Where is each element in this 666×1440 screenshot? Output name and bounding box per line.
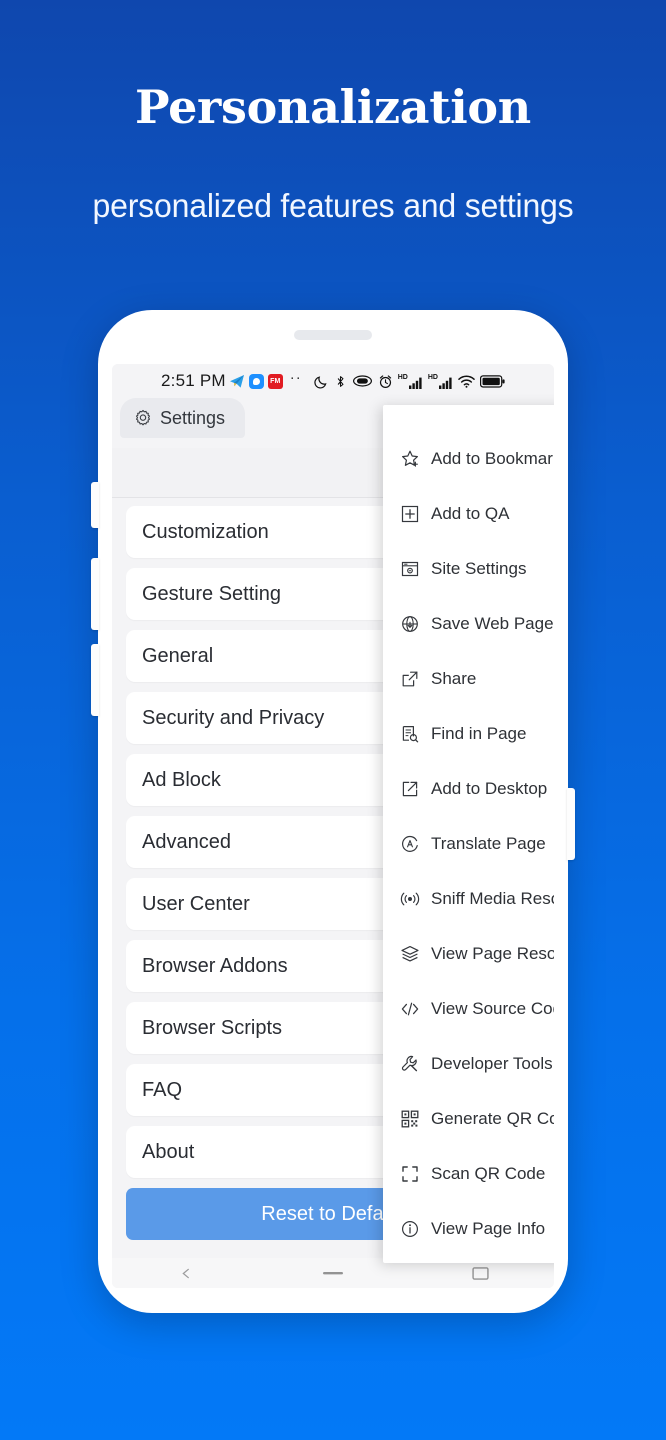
menu-item-label: Developer Tools [431,1053,553,1073]
blue-app-icon [248,373,264,389]
settings-item-label: FAQ [142,1078,183,1101]
menu-item-label: View Source Code [431,998,554,1018]
menu-item-label: Share [431,668,477,688]
settings-item-label: User Center [142,892,250,915]
settings-item-label: Gesture Setting [142,582,281,605]
menu-item-label: Find in Page [431,723,527,743]
layers-icon [400,944,420,964]
telegram-icon [229,373,245,389]
settings-item-label: Customization [142,520,269,543]
wrench-icon [400,1054,420,1074]
menu-item-share[interactable]: Share [383,651,554,706]
battery-icon [479,374,505,388]
wifi-icon [458,375,475,388]
menu-item-label: Add to Bookmark [431,448,554,468]
status-bar: 2:51 PM FM ·· HD HD [112,364,554,398]
settings-item-label: General [142,644,214,667]
hd-signal-icon: HD [398,374,423,389]
hd-signal-icon: HD [428,374,453,389]
back-icon[interactable] [173,1266,199,1280]
settings-item-label: Security and Privacy [142,706,325,729]
menu-item-label: View Page Resources [431,943,554,963]
bluetooth-icon [334,374,347,389]
menu-item-sniff-media-resource[interactable]: Sniff Media Resource [383,871,554,926]
phone-screen: 2:51 PM FM ·· HD HD Settings Customizati… [112,364,554,1288]
menu-item-add-to-bookmark[interactable]: Add to Bookmark [383,431,554,486]
menu-item-add-to-desktop[interactable]: Add to Desktop [383,761,554,816]
browser-overflow-menu: Add to Bookmark Add to QA Site Settings … [383,405,554,1263]
menu-item-label: Save Web Page [431,613,554,633]
globe-download-icon [400,614,420,634]
menu-item-label: Add to QA [431,503,510,523]
export-arrow-icon [400,779,420,799]
system-status-icons: HD HD [314,374,505,389]
tab-settings[interactable]: Settings [120,398,246,438]
menu-item-translate-page[interactable]: Translate Page [383,816,554,871]
menu-item-scan-qr-code[interactable]: Scan QR Code [383,1146,554,1201]
menu-item-add-to-qa[interactable]: Add to QA [383,486,554,541]
scan-frame-icon [400,1164,420,1184]
menu-item-label: Scan QR Code [431,1163,546,1183]
tab-label: Settings [160,407,226,428]
menu-item-developer-tools[interactable]: Developer Tools [383,1036,554,1091]
translate-circle-icon [400,834,420,854]
menu-item-label: Translate Page [431,833,546,853]
share-arrow-icon [400,669,420,689]
menu-item-label: View Page Info [431,1218,546,1238]
document-search-icon [400,724,420,744]
recents-icon[interactable] [467,1266,493,1280]
broadcast-icon [400,889,420,909]
menu-expand-more-button[interactable] [383,1256,554,1263]
info-circle-icon [400,1219,420,1239]
menu-item-view-source-code[interactable]: View Source Code [383,981,554,1036]
star-plus-icon [400,449,420,469]
menu-item-generate-qr-code[interactable]: Generate QR Code [383,1091,554,1146]
phone-side-button-volume-down[interactable] [91,644,99,716]
phone-side-button-volume-up[interactable] [91,558,99,630]
settings-item-label: Ad Block [142,768,221,791]
menu-item-find-in-page[interactable]: Find in Page [383,706,554,761]
page-subtitle: personalized features and settings [92,186,574,224]
menu-item-label: Generate QR Code [431,1108,554,1128]
settings-item-label: Browser Addons [142,954,288,977]
gear-icon [134,409,152,427]
settings-item-label: Browser Scripts [142,1016,283,1039]
menu-item-label: Site Settings [431,558,527,578]
moon-icon [314,374,329,389]
menu-item-save-web-page[interactable]: Save Web Page [383,596,554,651]
settings-item-label: Advanced [142,830,231,853]
menu-item-label: Add to Desktop [431,778,548,798]
phone-mockup: 2:51 PM FM ·· HD HD Settings Customizati… [91,310,575,1313]
plus-box-icon [400,504,420,524]
qr-code-icon [400,1109,420,1129]
hero-section: Personalization personalized features an… [0,0,666,225]
alarm-icon [378,374,393,389]
home-icon[interactable] [320,1266,346,1280]
more-dots-icon: ·· [289,368,302,386]
phone-side-button-power[interactable] [567,788,575,860]
menu-item-view-page-info[interactable]: View Page Info [383,1201,554,1256]
red-app-icon: FM [267,373,283,389]
phone-speaker-grille [294,330,372,340]
data-saver-icon [352,374,373,388]
phone-side-button-mute[interactable] [91,482,99,528]
code-brackets-icon [400,999,420,1019]
window-gear-icon [400,559,420,579]
menu-item-label: Sniff Media Resource [431,888,554,908]
settings-item-label: About [142,1140,195,1163]
menu-item-view-page-resources[interactable]: View Page Resources [383,926,554,981]
menu-item-site-settings[interactable]: Site Settings [383,541,554,596]
page-title: Personalization [135,80,531,134]
status-bar-clock: 2:51 PM [161,371,226,390]
